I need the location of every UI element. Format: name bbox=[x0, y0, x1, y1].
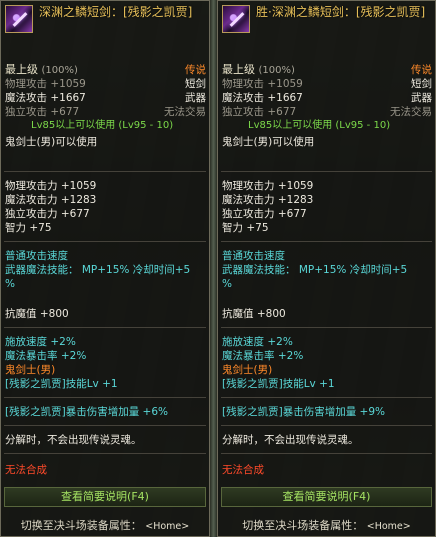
stat-phys: 物理攻击力 +1059 bbox=[222, 180, 314, 192]
atk-speed: 普通攻击速度 bbox=[222, 250, 285, 262]
trade-label: 无法交易 bbox=[164, 106, 206, 118]
switch-label: 切换至决斗场装备属性： bbox=[20, 519, 142, 532]
cast-speed: 施放速度 +2% bbox=[222, 336, 293, 348]
stat-mag: 魔法攻击力 +1283 bbox=[222, 194, 314, 206]
class-requirement: 鬼剑士(男)可以使用 bbox=[222, 136, 315, 148]
item-name: 胜·深渊之鳞短剑：[残影之凯贾] bbox=[256, 5, 426, 19]
slot-label: 武器 bbox=[411, 92, 432, 104]
divider bbox=[4, 453, 206, 454]
weapon-skill: 武器魔法技能： MP+15% 冷却时间+5 bbox=[5, 264, 191, 276]
divider bbox=[221, 171, 432, 172]
grade-label: 最上级 bbox=[5, 63, 38, 76]
grade-percent: (100%) bbox=[258, 65, 295, 76]
item-name: 深渊之鳞短剑：[残影之凯贾] bbox=[39, 5, 193, 19]
skill-level: [残影之凯贾]技能Lv +1 bbox=[222, 378, 335, 390]
tooltip-header: 深渊之鳞短剑：[残影之凯贾] bbox=[1, 1, 209, 45]
item-type: 短剑 bbox=[411, 78, 432, 90]
switch-pvp-stats[interactable]: 切换至决斗场装备属性： <Home> bbox=[222, 519, 431, 534]
stat-int: 智力 +75 bbox=[222, 222, 269, 234]
mag-atk: 魔法攻击 +1667 bbox=[5, 92, 86, 104]
atk-speed: 普通攻击速度 bbox=[5, 250, 68, 262]
tooltip-header: 胜·深渊之鳞短剑：[残影之凯贾] bbox=[218, 1, 435, 45]
grade-label: 最上级 bbox=[222, 63, 255, 76]
divider bbox=[221, 327, 432, 328]
grade-line: 最上级 (100%) bbox=[5, 63, 78, 78]
mag-crit: 魔法暴击率 +2% bbox=[5, 350, 87, 362]
divider bbox=[4, 171, 206, 172]
dagger-item-icon[interactable] bbox=[222, 5, 250, 33]
magic-resist: 抗魔值 +800 bbox=[222, 308, 286, 320]
disassemble-note: 分解时，不会出现传说灵魂。 bbox=[222, 434, 359, 446]
item-tooltip-left: 深渊之鳞短剑：[残影之凯贾] 最上级 (100%) 传说 物理攻击 +1059 … bbox=[0, 0, 210, 537]
magic-resist: 抗魔值 +800 bbox=[5, 308, 69, 320]
mag-crit: 魔法暴击率 +2% bbox=[222, 350, 304, 362]
item-tooltip-right: 胜·深渊之鳞短剑：[残影之凯贾] 最上级 (100%) 传说 物理攻击 +105… bbox=[217, 0, 436, 537]
home-key: <Home> bbox=[145, 521, 190, 532]
panel-gap bbox=[210, 0, 217, 537]
weapon-skill-pct: % bbox=[222, 278, 232, 290]
view-summary-button[interactable]: 查看简要说明(F4) bbox=[4, 487, 206, 507]
phys-atk-dim: 物理攻击 +1059 bbox=[222, 78, 303, 90]
stat-mag: 魔法攻击力 +1283 bbox=[5, 194, 97, 206]
divider bbox=[221, 241, 432, 242]
cast-speed: 施放速度 +2% bbox=[5, 336, 76, 348]
grade-percent: (100%) bbox=[41, 65, 78, 76]
stat-phys: 物理攻击力 +1059 bbox=[5, 180, 97, 192]
rarity-label: 传说 bbox=[185, 64, 206, 76]
disassemble-note: 分解时，不会出现传说灵魂。 bbox=[5, 434, 142, 446]
switch-label: 切换至决斗场装备属性： bbox=[242, 519, 364, 532]
switch-pvp-stats[interactable]: 切换至决斗场装备属性： <Home> bbox=[5, 519, 205, 534]
view-summary-button[interactable]: 查看简要说明(F4) bbox=[221, 487, 432, 507]
grade-line: 最上级 (100%) bbox=[222, 63, 295, 78]
phys-atk-dim: 物理攻击 +1059 bbox=[5, 78, 86, 90]
weapon-skill-pct: % bbox=[5, 278, 15, 290]
indep-atk-dim: 独立攻击 +677 bbox=[5, 106, 80, 118]
indep-atk-dim: 独立攻击 +677 bbox=[222, 106, 297, 118]
weapon-skill: 武器魔法技能： MP+15% 冷却时间+5 bbox=[222, 264, 408, 276]
class-requirement: 鬼剑士(男)可以使用 bbox=[5, 136, 98, 148]
crit-damage: [残影之凯贾]暴击伤害增加量 +6% bbox=[5, 406, 168, 418]
divider bbox=[4, 397, 206, 398]
crit-damage: [残影之凯贾]暴击伤害增加量 +9% bbox=[222, 406, 385, 418]
home-key: <Home> bbox=[366, 521, 411, 532]
class-tag: 鬼剑士(男) bbox=[5, 364, 56, 376]
slot-label: 武器 bbox=[185, 92, 206, 104]
skill-level: [残影之凯贾]技能Lv +1 bbox=[5, 378, 118, 390]
divider bbox=[4, 327, 206, 328]
level-requirement: Lv85以上可以使用 (Lv95 - 10) bbox=[248, 120, 391, 131]
stat-indep: 独立攻击力 +677 bbox=[5, 208, 90, 220]
divider bbox=[221, 425, 432, 426]
stat-int: 智力 +75 bbox=[5, 222, 52, 234]
no-combine: 无法合成 bbox=[222, 464, 264, 476]
no-combine: 无法合成 bbox=[5, 464, 47, 476]
dagger-item-icon[interactable] bbox=[5, 5, 33, 33]
stat-indep: 独立攻击力 +677 bbox=[222, 208, 307, 220]
rarity-label: 传说 bbox=[411, 64, 432, 76]
level-requirement: Lv85以上可以使用 (Lv95 - 10) bbox=[31, 120, 174, 131]
divider bbox=[4, 241, 206, 242]
divider bbox=[221, 397, 432, 398]
class-tag: 鬼剑士(男) bbox=[222, 364, 273, 376]
divider bbox=[221, 453, 432, 454]
divider bbox=[4, 425, 206, 426]
item-type: 短剑 bbox=[185, 78, 206, 90]
mag-atk: 魔法攻击 +1667 bbox=[222, 92, 303, 104]
trade-label: 无法交易 bbox=[390, 106, 432, 118]
